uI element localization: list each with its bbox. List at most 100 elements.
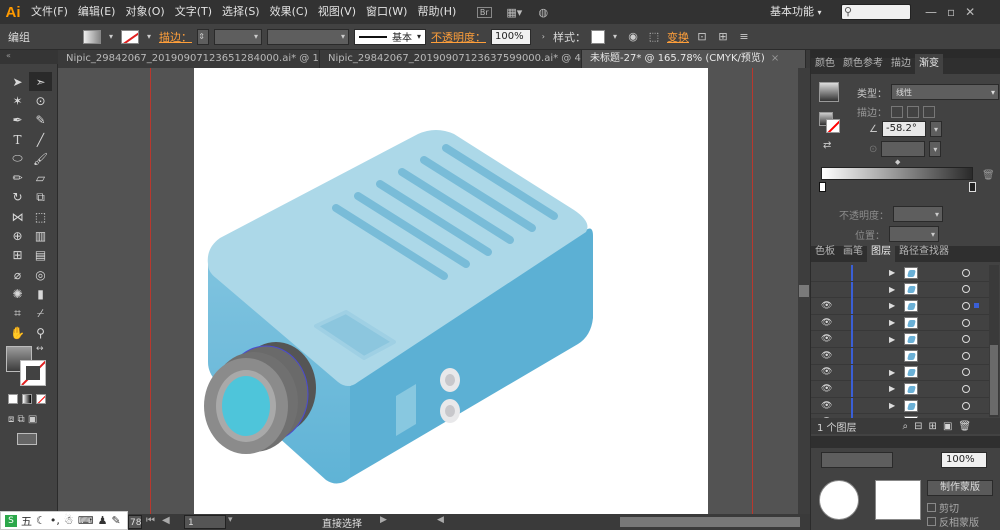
layer-row[interactable]: 👁 <box>811 347 989 365</box>
menu-select[interactable]: 选择(S) <box>217 0 265 24</box>
target-icon[interactable] <box>962 318 970 327</box>
locate-object-icon[interactable]: ⌕ <box>903 421 909 432</box>
isolate-mode-icon[interactable]: ⊞ <box>715 29 731 45</box>
shape-builder-tool-icon[interactable]: ⊕ <box>6 226 29 245</box>
fill-swatch[interactable] <box>83 29 101 44</box>
opacity-link[interactable]: 不透明度： <box>431 29 486 45</box>
artwork-thumbnail[interactable] <box>819 480 859 520</box>
style-dropdown-icon[interactable]: ▾ <box>610 29 620 45</box>
tab-pathfinder[interactable]: 路径查找器 <box>895 242 953 262</box>
paintbrush-tool-icon[interactable]: 🖌 <box>29 149 52 168</box>
mesh-tool-icon[interactable]: ⊞ <box>6 246 29 265</box>
expand-arrow-icon[interactable]: ▶ <box>889 384 895 393</box>
opacity-field[interactable]: 100% <box>491 28 531 45</box>
angle-dropdown-icon[interactable]: ▾ <box>929 121 942 137</box>
make-mask-button[interactable]: 制作蒙版 <box>927 480 993 496</box>
close-icon[interactable]: ✕ <box>965 5 975 19</box>
gpu-performance-icon[interactable]: ◍ <box>531 0 555 24</box>
ime-keyboard-icon[interactable]: ⌨ <box>78 514 94 527</box>
layer-row[interactable]: ▶ <box>811 265 989 282</box>
direct-selection-tool-icon[interactable]: ➣ <box>29 72 52 92</box>
tab-gradient[interactable]: 渐变 <box>915 54 943 74</box>
collapse-icon[interactable]: « <box>6 51 11 60</box>
layer-row[interactable]: ▶ <box>811 281 989 299</box>
new-sublayer-icon[interactable]: ⊞ <box>929 421 937 432</box>
search-input[interactable]: ⚲ <box>841 4 911 20</box>
visibility-eye-icon[interactable]: 👁 <box>821 301 832 311</box>
bridge-icon[interactable]: Br <box>471 0 497 24</box>
expand-arrow-icon[interactable]: ▶ <box>889 401 895 410</box>
aspect-dropdown-icon[interactable]: ▾ <box>929 141 942 157</box>
gradient-stop-left[interactable] <box>819 182 826 192</box>
maximize-icon[interactable]: ▫ <box>947 5 955 19</box>
magic-wand-tool-icon[interactable]: ✶ <box>6 91 29 110</box>
visibility-eye-icon[interactable]: 👁 <box>821 401 832 411</box>
stroke-gradient-option-1[interactable] <box>891 105 903 118</box>
perspective-grid-tool-icon[interactable]: ▥ <box>29 226 52 245</box>
column-graph-tool-icon[interactable]: ▮ <box>29 284 52 303</box>
artboard-dropdown-icon[interactable]: ▾ <box>228 515 233 525</box>
scroll-left-icon[interactable]: ◀ <box>437 515 444 525</box>
style-swatch[interactable] <box>591 29 605 44</box>
expand-arrow-icon[interactable]: ▶ <box>889 318 895 327</box>
blend-mode-dropdown[interactable] <box>821 452 893 468</box>
layers-scrollbar[interactable] <box>989 265 999 417</box>
stroke-swatch[interactable] <box>121 29 139 44</box>
delete-stop-icon[interactable]: 🗑 <box>982 170 995 181</box>
stroke-color-box[interactable] <box>20 360 46 386</box>
vertical-scrollbar[interactable] <box>798 68 810 518</box>
gradient-midpoint-icon[interactable]: ◆ <box>895 158 900 166</box>
line-tool-icon[interactable]: ╱ <box>29 130 52 149</box>
ime-skin-icon[interactable]: ♟ <box>98 514 108 527</box>
reverse-gradient-icon[interactable]: ⇄ <box>823 140 831 151</box>
visibility-eye-icon[interactable]: 👁 <box>821 384 832 394</box>
prev-artboard-icon[interactable]: ◀ <box>162 515 170 526</box>
variable-width-dropdown[interactable]: ▾ <box>267 28 349 45</box>
width-tool-icon[interactable]: ⋈ <box>6 207 29 226</box>
expand-arrow-icon[interactable]: ▶ <box>889 368 895 377</box>
layer-row[interactable]: 👁▶ <box>811 381 989 398</box>
hand-tool-icon[interactable]: ✋ <box>6 323 29 342</box>
tab-layers[interactable]: 图层 <box>867 242 895 262</box>
layer-row[interactable]: 👁▶ <box>811 331 989 348</box>
stroke-weight-dropdown[interactable]: ▾ <box>214 28 262 45</box>
ime-punct-icon[interactable]: •, <box>50 514 60 527</box>
menu-view[interactable]: 视图(V) <box>313 0 361 24</box>
status-menu-icon[interactable]: ▶ <box>380 515 387 525</box>
blend-tool-icon[interactable]: ◎ <box>29 265 52 284</box>
fill-stroke-mini[interactable] <box>819 112 841 134</box>
canvas-area[interactable] <box>58 68 798 518</box>
recolor-icon[interactable]: ◉ <box>625 29 641 45</box>
visibility-eye-icon[interactable]: 👁 <box>821 367 832 377</box>
pencil-tool-icon[interactable]: ✏ <box>6 168 29 187</box>
expand-arrow-icon[interactable]: ▶ <box>889 268 895 277</box>
slice-tool-icon[interactable]: ⌿ <box>29 304 52 323</box>
gradient-mode-icon[interactable] <box>22 394 32 404</box>
horizontal-scroll-thumb[interactable] <box>620 517 800 527</box>
stroke-link[interactable]: 描边： <box>159 29 192 45</box>
tab-swatches[interactable]: 色板 <box>811 242 839 262</box>
tab-document-active[interactable]: 未标题-27* @ 165.78% (CMYK/预览) × <box>582 50 806 68</box>
tab-document-2[interactable]: Nipic_29842067_20190907123637599000.ai* … <box>320 50 582 68</box>
opacity-dropdown[interactable]: ▾ <box>893 206 943 222</box>
ime-logo-icon[interactable]: S <box>5 514 17 527</box>
visibility-eye-icon[interactable]: 👁 <box>821 318 832 328</box>
transparency-opacity-field[interactable]: 100% <box>941 452 987 468</box>
layer-row[interactable]: 👁▶ <box>811 314 989 332</box>
lasso-tool-icon[interactable]: ⊙ <box>29 91 52 110</box>
target-icon[interactable] <box>962 335 970 344</box>
artboard-tool-icon[interactable]: ⌗ <box>6 304 29 323</box>
layer-row[interactable]: 👁▶ <box>811 298 989 315</box>
tab-color-guide[interactable]: 颜色参考 <box>839 54 887 74</box>
brush-definition-dropdown[interactable]: 基本 ▾ <box>354 28 426 45</box>
ime-mode-label[interactable]: 五 <box>21 513 32 529</box>
aspect-ratio-field[interactable] <box>881 141 926 157</box>
gradient-tool-icon[interactable]: ▤ <box>29 246 52 265</box>
stroke-gradient-option-3[interactable] <box>923 105 935 118</box>
expand-arrow-icon[interactable]: ▶ <box>889 285 895 294</box>
menu-object[interactable]: 对象(O) <box>120 0 169 24</box>
gradient-slider-bar[interactable] <box>821 167 973 180</box>
delete-layer-icon[interactable]: 🗑 <box>958 421 971 432</box>
panel-menu-icon[interactable]: ≡ <box>736 29 752 45</box>
layer-row[interactable]: 👁▶ <box>811 397 989 415</box>
